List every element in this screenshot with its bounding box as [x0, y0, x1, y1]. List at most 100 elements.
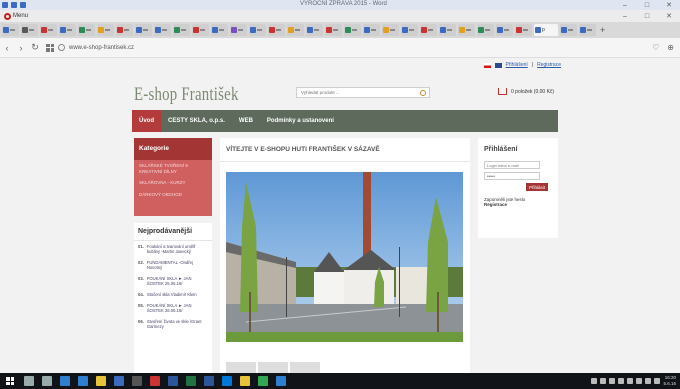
- browser-tab[interactable]: [116, 24, 133, 36]
- top-register-link[interactable]: Registrace: [537, 62, 561, 68]
- forward-icon[interactable]: ›: [14, 43, 28, 53]
- browser-tab[interactable]: [496, 24, 513, 36]
- browser-tab[interactable]: [382, 24, 399, 36]
- browser-tab[interactable]: [560, 24, 577, 36]
- cart-summary[interactable]: 0 položek (0.00 Kč): [498, 88, 554, 95]
- opera-menu-button[interactable]: Menu: [4, 12, 28, 20]
- bestseller-link[interactable]: FOUKÁNÍ SKLA ► JAN ŠOSTEK 26.06.16/: [147, 303, 208, 313]
- browser-tab[interactable]: [192, 24, 209, 36]
- back-icon[interactable]: ‹: [0, 43, 14, 53]
- login-submit-button[interactable]: Přihlásit: [525, 183, 548, 191]
- taskbar-app-icon[interactable]: [222, 376, 232, 386]
- heart-icon[interactable]: ♡: [652, 43, 659, 52]
- bestseller-link[interactable]: FUNDAMENTAL -Ondřej Novotný: [147, 260, 208, 270]
- nav-item-web[interactable]: WEB: [232, 110, 260, 132]
- tray-icon[interactable]: [591, 377, 598, 384]
- taskbar-app-icon[interactable]: [60, 376, 70, 386]
- content-tab[interactable]: [258, 362, 288, 373]
- category-item[interactable]: SKLÁŘSKÉ TVOŘENÍ S KREATIVNÍ DÍLNY: [134, 160, 212, 177]
- password-field[interactable]: [484, 172, 540, 180]
- taskbar-app-icon[interactable]: [132, 376, 142, 386]
- tray-icon[interactable]: [627, 377, 634, 384]
- content-tab[interactable]: [290, 362, 320, 373]
- taskbar-app-icon[interactable]: [42, 376, 52, 386]
- browser-tab[interactable]: [579, 24, 596, 36]
- minimize-icon[interactable]: –: [614, 0, 636, 10]
- browser-maximize-icon[interactable]: □: [636, 10, 658, 22]
- bestseller-item[interactable]: 06. Stvoření života ve skle /Grant Garmez…: [134, 316, 212, 332]
- bestseller-item[interactable]: 04. Stočení skla Vladimír Klein: [134, 289, 212, 300]
- taskbar-app-icon[interactable]: [186, 376, 196, 386]
- browser-tab[interactable]: [59, 24, 76, 36]
- start-icon[interactable]: [6, 377, 14, 385]
- reload-icon[interactable]: ↻: [28, 42, 42, 53]
- bestseller-item[interactable]: 01. Foukání a tvarování umělf bubliny -Ma…: [134, 241, 212, 257]
- taskbar-app-icon[interactable]: [96, 376, 106, 386]
- download-icon[interactable]: ⊕: [667, 43, 674, 52]
- browser-tab[interactable]: [477, 24, 494, 36]
- browser-tab[interactable]: [325, 24, 342, 36]
- browser-tab[interactable]: [458, 24, 475, 36]
- taskbar-app-icon[interactable]: [24, 376, 34, 386]
- browser-tab[interactable]: [401, 24, 418, 36]
- browser-close-icon[interactable]: ✕: [658, 10, 680, 22]
- browser-tab[interactable]: [249, 24, 266, 36]
- browser-tab[interactable]: [287, 24, 304, 36]
- browser-tab[interactable]: [211, 24, 228, 36]
- address-field[interactable]: www.e-shop-frantisek.cz: [58, 41, 650, 54]
- browser-tab[interactable]: [230, 24, 247, 36]
- browser-tab[interactable]: [344, 24, 361, 36]
- register-link[interactable]: Registrace: [484, 202, 552, 207]
- bestseller-link[interactable]: Foukání a tvarování umělf bubliny -Marti…: [147, 244, 208, 254]
- search-icon[interactable]: [420, 90, 426, 96]
- browser-tab[interactable]: [363, 24, 380, 36]
- czech-flag-icon[interactable]: [483, 62, 491, 68]
- browser-tab[interactable]: [306, 24, 323, 36]
- browser-tab[interactable]: [420, 24, 437, 36]
- browser-tab[interactable]: [2, 24, 19, 36]
- taskbar-app-icon[interactable]: [240, 376, 250, 386]
- browser-tab[interactable]: [40, 24, 57, 36]
- browser-tab[interactable]: p: [534, 24, 558, 36]
- nav-item-podminky[interactable]: Podmínky a ustanovení: [260, 110, 341, 132]
- browser-tab[interactable]: [515, 24, 532, 36]
- tray-icon[interactable]: [609, 377, 616, 384]
- tray-icon[interactable]: [654, 377, 661, 384]
- browser-tab[interactable]: [439, 24, 456, 36]
- browser-minimize-icon[interactable]: –: [614, 10, 636, 22]
- taskbar-app-icon[interactable]: [168, 376, 178, 386]
- browser-tab[interactable]: [21, 24, 38, 36]
- browser-tab[interactable]: [173, 24, 190, 36]
- category-item[interactable]: DÁRKOVÝ OBCHOD: [134, 189, 212, 201]
- bestseller-link[interactable]: Stočení skla Vladimír Klein: [147, 292, 197, 297]
- new-tab-button[interactable]: +: [600, 25, 605, 35]
- browser-tab[interactable]: [268, 24, 285, 36]
- bestseller-link[interactable]: FOUKÁNÍ SKLA ► JAN ŠOSTEK 25.06.16/: [147, 276, 208, 286]
- undo-icon[interactable]: [20, 2, 26, 8]
- nav-item-uvod[interactable]: Úvod: [132, 110, 161, 132]
- taskbar-app-icon[interactable]: [150, 376, 160, 386]
- email-field[interactable]: [484, 161, 540, 169]
- site-logo[interactable]: E-shop František: [134, 84, 239, 106]
- tray-icon[interactable]: [636, 377, 643, 384]
- top-login-link[interactable]: Přihlášení: [506, 62, 528, 68]
- browser-tab[interactable]: [97, 24, 114, 36]
- save-icon[interactable]: [11, 2, 17, 8]
- tray-icon[interactable]: [618, 377, 625, 384]
- bestseller-item[interactable]: 03. FOUKÁNÍ SKLA ► JAN ŠOSTEK 25.06.16/: [134, 273, 212, 289]
- browser-tab[interactable]: [154, 24, 171, 36]
- taskbar-app-icon[interactable]: [114, 376, 124, 386]
- tray-icon[interactable]: [645, 377, 652, 384]
- speed-dial-icon[interactable]: [46, 43, 54, 52]
- bestseller-link[interactable]: Stvoření života ve skle /Grant Garmezy: [147, 319, 208, 329]
- taskbar-app-icon[interactable]: [78, 376, 88, 386]
- english-flag-icon[interactable]: [494, 62, 502, 68]
- maximize-icon[interactable]: □: [636, 0, 658, 10]
- bestseller-item[interactable]: 05. FOUKÁNÍ SKLA ► JAN ŠOSTEK 26.06.16/: [134, 300, 212, 316]
- nav-item-cesty-skla[interactable]: CESTY SKLA, o.p.s.: [161, 110, 232, 132]
- search-box[interactable]: [296, 87, 430, 98]
- browser-tab[interactable]: [78, 24, 95, 36]
- taskbar-app-icon[interactable]: [258, 376, 268, 386]
- tray-icon[interactable]: [600, 377, 607, 384]
- search-input[interactable]: [301, 90, 411, 95]
